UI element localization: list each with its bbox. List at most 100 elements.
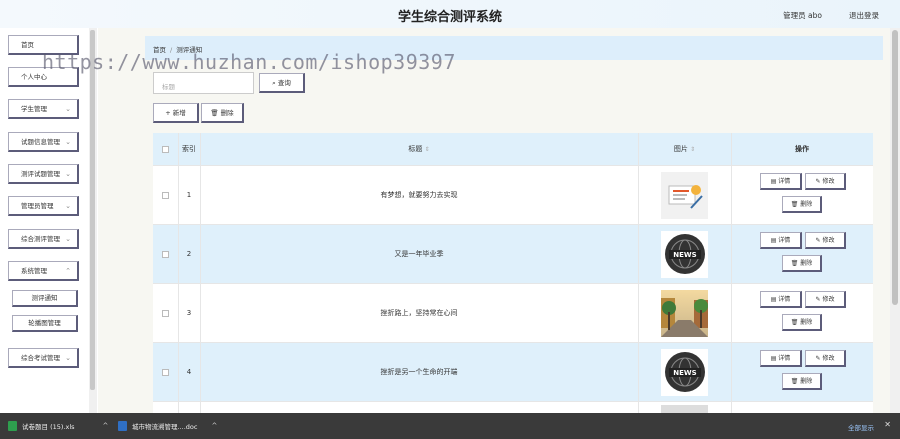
close-icon[interactable]: ✕ [884, 420, 891, 429]
row-title: 有梦想，就要努力去实现 [380, 191, 458, 199]
checkbox[interactable] [162, 309, 169, 317]
thumbnail-image [661, 405, 708, 413]
detail-button[interactable]: ▤ 详情 [760, 350, 802, 367]
logout-link[interactable]: 退出登录 [849, 10, 879, 21]
header-title[interactable]: 标题 ⇕ [200, 133, 638, 165]
sidebar-item-eval-questions[interactable]: 测评试题管理 ⌄ [8, 164, 79, 184]
main-scroll-thumb[interactable] [892, 30, 898, 305]
excel-file-icon [8, 421, 17, 431]
detail-button[interactable]: ▤ 详情 [760, 173, 802, 190]
sidebar-item-question-info[interactable]: 试题信息管理 ⌄ [8, 132, 79, 152]
news-label: NEWS [673, 369, 696, 377]
street-photo [661, 289, 708, 337]
detail-button[interactable]: ▤ 详情 [760, 291, 802, 308]
sidebar-subitem-carousel[interactable]: 轮播图管理 [12, 315, 78, 332]
download-item[interactable]: 试卷题目 (15).xls ^ [8, 413, 108, 439]
checkbox[interactable] [162, 368, 169, 376]
trash-icon: 🗑 [790, 260, 799, 267]
checkbox[interactable] [162, 191, 169, 199]
edit-button[interactable]: ✎ 修改 [805, 232, 846, 249]
sidebar-item-exams[interactable]: 综合考试管理 ⌄ [8, 348, 79, 368]
row-delete-label: 删除 [800, 260, 813, 267]
news-icon: NEWS [661, 348, 708, 396]
header-index: 索引 [182, 145, 196, 153]
search-icon: ⌕ [272, 79, 276, 87]
trash-icon: 🗑 [210, 109, 219, 117]
sidebar-subitem-label: 轮播图管理 [28, 319, 61, 327]
detail-icon: ▤ [770, 296, 777, 303]
edit-label: 修改 [822, 237, 835, 244]
download-item[interactable]: 城市物流溯管理....doc ^ [118, 413, 217, 439]
add-button[interactable]: + 新增 [153, 103, 199, 123]
edit-button[interactable]: ✎ 修改 [805, 173, 846, 190]
divider [200, 133, 201, 413]
plus-icon: + [165, 109, 171, 117]
sidebar-subitem-notices[interactable]: 测评通知 [12, 290, 78, 307]
sidebar-item-system[interactable]: 系统管理 ⌃ [8, 261, 79, 281]
row-delete-button[interactable]: 🗑 删除 [782, 255, 822, 272]
detail-icon: ▤ [770, 355, 777, 362]
sidebar-scroll-thumb[interactable] [90, 30, 95, 390]
row-delete-button[interactable]: 🗑 删除 [782, 373, 822, 390]
row-delete-label: 删除 [800, 201, 813, 208]
row-actions [731, 166, 873, 224]
row-delete-button[interactable]: 🗑 删除 [782, 314, 822, 331]
chevron-up-icon[interactable]: ^ [211, 422, 217, 430]
detail-button[interactable]: ▤ 详情 [760, 232, 802, 249]
header-image-label: 图片 [673, 145, 688, 153]
detail-icon: ▤ [770, 178, 777, 185]
search-input[interactable]: 标题 [153, 72, 254, 94]
search-button[interactable]: ⌕ 查询 [259, 73, 305, 93]
header-select-all[interactable] [153, 133, 178, 165]
sidebar-item-admins[interactable]: 管理员管理 ⌄ [8, 196, 79, 216]
checkbox[interactable] [162, 145, 169, 153]
download-filename: 试卷题目 (15).xls [22, 423, 75, 431]
search-button-label: 查询 [277, 79, 291, 87]
divider [178, 133, 179, 413]
chevron-down-icon: ⌄ [65, 202, 71, 210]
edit-icon: ✎ [815, 237, 821, 244]
sidebar-item-comprehensive-eval[interactable]: 综合测评管理 ⌄ [8, 229, 79, 249]
edit-icon: ✎ [815, 355, 821, 362]
chevron-down-icon: ⌄ [65, 170, 71, 178]
edit-label: 修改 [822, 296, 835, 303]
news-icon: NEWS [661, 230, 708, 278]
chevron-up-icon[interactable]: ^ [103, 422, 109, 430]
row-image: NEWS [638, 343, 731, 401]
delete-button-label: 删除 [220, 109, 234, 117]
add-button-label: 新增 [172, 109, 186, 117]
row-image: NEWS [638, 225, 731, 283]
header-image[interactable]: 图片 ⇕ [638, 133, 731, 165]
sort-icon[interactable]: ⇕ [425, 146, 430, 153]
row-image [638, 284, 731, 342]
delete-button[interactable]: 🗑 删除 [201, 103, 244, 123]
download-filename: 城市物流溯管理....doc [132, 423, 198, 431]
sidebar-item-students[interactable]: 学生管理 ⌄ [8, 99, 79, 119]
sidebar-item-label: 综合测评管理 [21, 235, 60, 243]
row-index: 1 [186, 191, 192, 199]
edit-button[interactable]: ✎ 修改 [805, 291, 846, 308]
detail-icon: ▤ [770, 237, 777, 244]
divider [731, 133, 732, 413]
edit-button[interactable]: ✎ 修改 [805, 350, 846, 367]
detail-label: 详情 [778, 355, 791, 362]
sort-icon[interactable]: ⇕ [690, 146, 695, 153]
edit-icon: ✎ [815, 178, 821, 185]
row-index: 2 [186, 250, 192, 258]
row-delete-label: 删除 [800, 378, 813, 385]
row-index: 3 [186, 309, 192, 317]
news-label: NEWS [673, 251, 696, 259]
app-title: 学生综合测评系统 [397, 10, 502, 25]
word-file-icon [118, 421, 127, 431]
chevron-up-icon: ⌃ [65, 267, 71, 275]
sidebar-item-label: 管理员管理 [21, 202, 54, 210]
row-image [638, 402, 731, 413]
row-delete-button[interactable]: 🗑 删除 [782, 196, 822, 213]
checkbox[interactable] [162, 250, 169, 258]
show-all-link[interactable]: 全部显示 [848, 422, 874, 432]
sidebar-item-label: 学生管理 [21, 105, 47, 113]
edit-icon: ✎ [815, 296, 821, 303]
chevron-down-icon: ⌄ [65, 138, 71, 146]
sidebar-item-label: 试题信息管理 [21, 138, 60, 146]
detail-label: 详情 [778, 178, 791, 185]
